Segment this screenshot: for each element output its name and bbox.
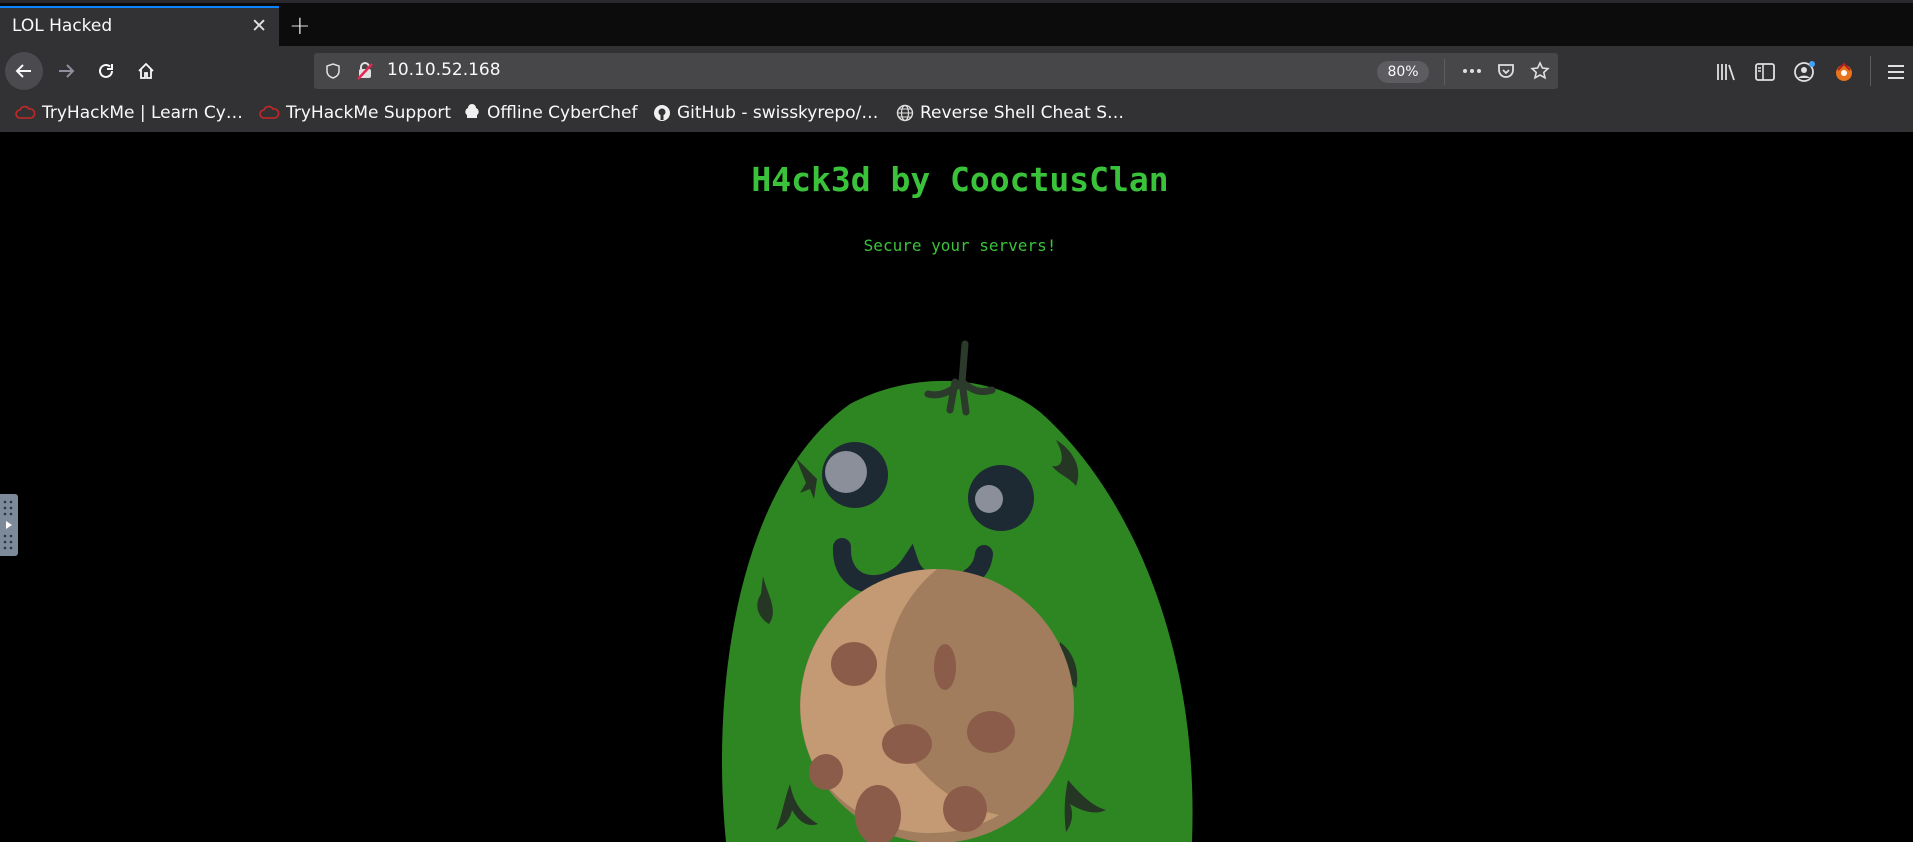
url-separator <box>1444 59 1445 85</box>
back-button[interactable] <box>5 52 43 90</box>
reload-button[interactable] <box>87 52 125 90</box>
sidebar-icon[interactable] <box>1753 60 1777 84</box>
page-actions-icon[interactable] <box>1461 61 1483 81</box>
library-icon[interactable] <box>1714 60 1738 84</box>
url-text: 10.10.52.168 <box>387 60 501 80</box>
bookmark-label: Reverse Shell Cheat S… <box>920 103 1124 123</box>
nav-toolbar: 10.10.52.168 80% <box>0 46 1913 96</box>
home-icon <box>138 62 154 79</box>
forward-button[interactable] <box>47 52 85 90</box>
page-subheading: Secure your servers! <box>863 236 1057 255</box>
shield-icon[interactable] <box>324 62 342 80</box>
hamburger-menu-icon[interactable] <box>1884 60 1908 84</box>
page-heading: H4ck3d by CooctusClan <box>751 160 1169 199</box>
account-icon[interactable] <box>1792 60 1816 84</box>
bookmark-reverse-shell[interactable]: Reverse Shell Cheat S… <box>896 103 1124 123</box>
bookmarks-toolbar: TryHackMe | Learn Cy… TryHackMe Support … <box>0 96 1913 132</box>
tab-title: LOL Hacked <box>12 16 113 36</box>
bookmark-star-icon[interactable] <box>1530 61 1550 81</box>
tryhackme-cloud-icon <box>15 105 36 119</box>
bookmark-label: TryHackMe Support <box>286 103 452 123</box>
home-button[interactable] <box>127 52 165 90</box>
bookmark-cyberchef[interactable]: Offline CyberChef <box>463 103 637 123</box>
bookmark-github[interactable]: GitHub - swisskyrepo/… <box>653 103 878 123</box>
back-arrow-icon <box>15 64 31 78</box>
cookie <box>800 569 1074 842</box>
right-eye <box>968 465 1034 531</box>
toolbar-separator <box>1870 56 1871 86</box>
github-icon <box>654 105 670 121</box>
insecure-connection-icon[interactable] <box>355 61 375 81</box>
bookmark-tryhackme-support[interactable]: TryHackMe Support <box>258 103 451 123</box>
pocket-icon[interactable] <box>1496 61 1516 81</box>
globe-icon <box>896 104 914 122</box>
new-tab-button[interactable]: + <box>289 13 311 39</box>
reload-icon <box>99 63 113 78</box>
zoom-level-button[interactable]: 80% <box>1377 61 1429 83</box>
extension-icon[interactable] <box>1832 60 1856 84</box>
forward-arrow-icon <box>59 64 75 78</box>
side-panel-handle[interactable] <box>0 494 18 556</box>
chef-hat-icon <box>465 104 479 118</box>
bookmark-label: TryHackMe | Learn Cy… <box>42 103 243 123</box>
tab-active[interactable]: LOL Hacked ✕ <box>0 6 279 49</box>
tryhackme-cloud-icon <box>259 105 280 119</box>
left-eye <box>822 442 888 508</box>
drag-dots-icon <box>3 500 13 550</box>
tab-close-icon[interactable]: ✕ <box>251 16 267 36</box>
tab-strip: LOL Hacked ✕ + <box>0 0 1913 49</box>
bookmark-label: Offline CyberChef <box>487 103 638 123</box>
url-bar[interactable]: 10.10.52.168 80% <box>314 53 1558 89</box>
page-content: H4ck3d by CooctusClan Secure your server… <box>0 132 1913 842</box>
bookmark-label: GitHub - swisskyrepo/… <box>677 103 879 123</box>
bookmark-tryhackme[interactable]: TryHackMe | Learn Cy… <box>14 103 243 123</box>
cucumber-mascot-illustration <box>721 340 1193 842</box>
